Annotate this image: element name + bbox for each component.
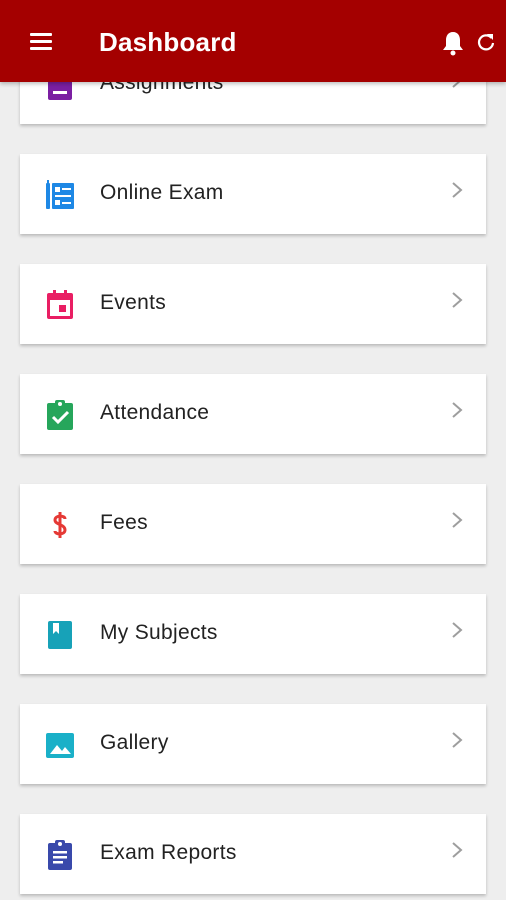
chevron-right-icon xyxy=(452,402,463,418)
menu-item-label: Online Exam xyxy=(100,181,224,204)
refresh-icon[interactable] xyxy=(476,32,496,52)
menu-item-online-exam[interactable]: Online Exam xyxy=(20,154,486,234)
menu-item-events[interactable]: Events xyxy=(20,264,486,344)
chevron-right-icon xyxy=(452,622,463,638)
hamburger-menu-icon[interactable] xyxy=(30,33,52,51)
menu-item-attendance[interactable]: Attendance xyxy=(20,374,486,454)
page-title: Dashboard xyxy=(99,27,237,57)
chevron-right-icon xyxy=(452,512,463,528)
chevron-right-icon xyxy=(452,182,463,198)
clipboard-icon xyxy=(48,840,72,870)
menu-item-label: Gallery xyxy=(100,731,169,754)
bell-icon[interactable] xyxy=(441,30,465,56)
online-exam-icon xyxy=(46,180,74,209)
book-icon xyxy=(48,621,72,649)
image-icon xyxy=(46,733,74,758)
menu-item-label: Fees xyxy=(100,511,148,534)
chevron-right-icon xyxy=(452,292,463,308)
menu-item-label: Events xyxy=(100,291,166,314)
dollar-icon xyxy=(53,512,67,538)
calendar-icon xyxy=(47,290,73,319)
chevron-right-icon xyxy=(452,842,463,858)
chevron-right-icon xyxy=(452,732,463,748)
app-bar: Dashboard xyxy=(0,0,506,82)
menu-item-my-subjects[interactable]: My Subjects xyxy=(20,594,486,674)
menu-item-label: Exam Reports xyxy=(100,841,237,864)
attendance-check-icon xyxy=(47,400,73,430)
menu-item-label: Attendance xyxy=(100,401,210,424)
menu-item-exam-reports[interactable]: Exam Reports xyxy=(20,814,486,894)
menu-item-gallery[interactable]: Gallery xyxy=(20,704,486,784)
menu-item-fees[interactable]: Fees xyxy=(20,484,486,564)
menu-item-label: My Subjects xyxy=(100,621,218,644)
